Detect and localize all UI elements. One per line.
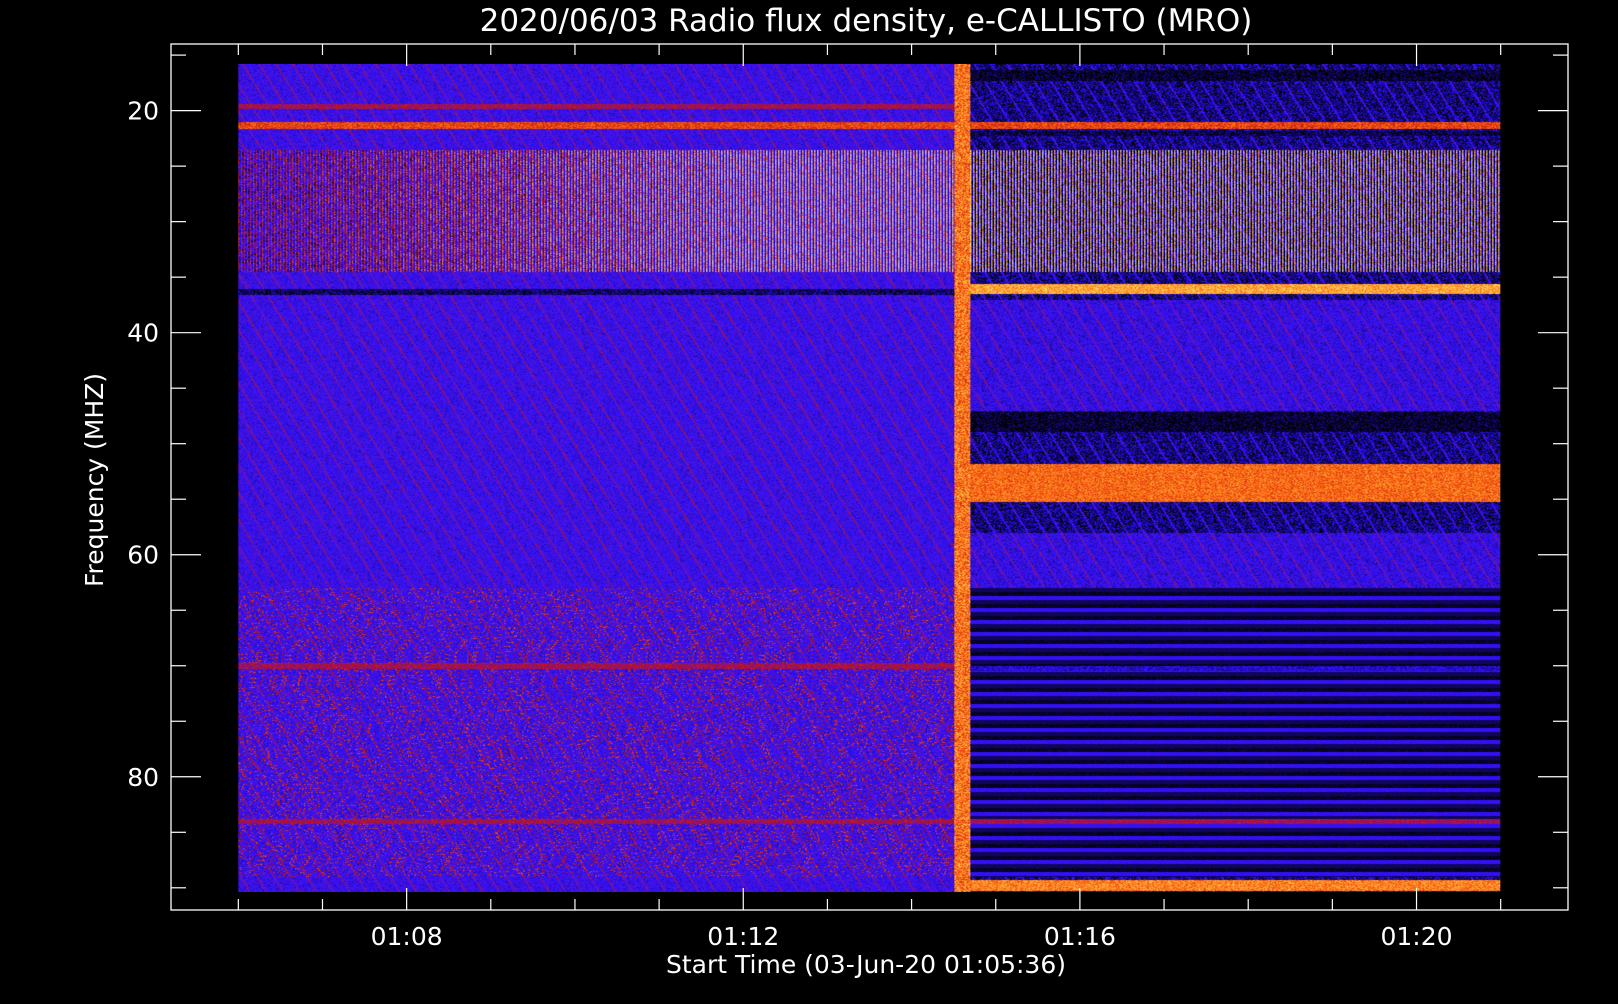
- spectrogram-image: [238, 63, 1501, 892]
- x-tick-label: 01:16: [1044, 922, 1116, 951]
- x-tick-label: 01:08: [371, 922, 443, 951]
- y-tick-label: 80: [127, 763, 159, 792]
- y-tick-label: 60: [127, 541, 159, 570]
- y-axis-label: Frequency (MHZ): [80, 373, 109, 587]
- y-tick-label: 40: [127, 319, 159, 348]
- spectrogram-chart: 2020/06/03 Radio flux density, e-CALLIST…: [0, 0, 1618, 1000]
- x-axis-label: Start Time (03-Jun-20 01:05:36): [666, 950, 1066, 979]
- x-tick-label: 01:20: [1380, 922, 1452, 951]
- chart-title: 2020/06/03 Radio flux density, e-CALLIST…: [480, 3, 1253, 39]
- x-tick-label: 01:12: [707, 922, 779, 951]
- spectrogram-figure: 2020/06/03 Radio flux density, e-CALLIST…: [0, 0, 1618, 1000]
- heatmap-area: [238, 63, 1501, 892]
- y-tick-label: 20: [127, 97, 159, 126]
